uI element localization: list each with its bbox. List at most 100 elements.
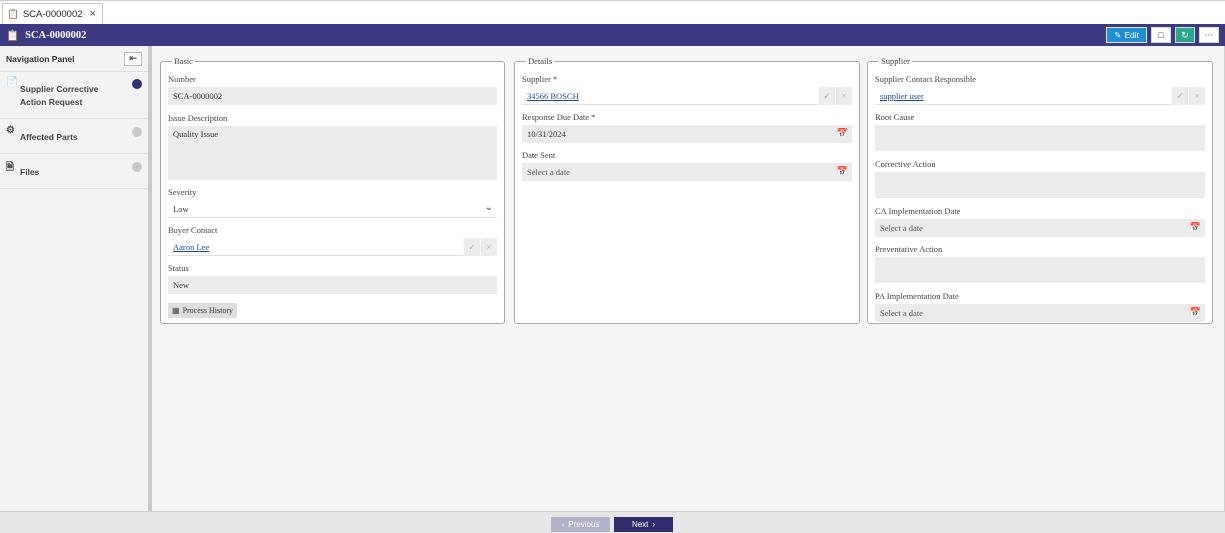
close-icon[interactable]: × [90, 8, 96, 20]
record-header: 📋 SCA-0000002 ✎ Edit □ ↻ ··· [0, 24, 1225, 46]
response-due-date-value: 10/31/2024 [527, 129, 566, 139]
issue-description-field[interactable]: Quality Issue [168, 126, 497, 180]
supplier-label: Supplier * [522, 74, 558, 84]
document-icon: 📋 [6, 30, 20, 42]
date-sent-field[interactable]: Select a date 📅 [522, 163, 852, 181]
chevron-left-icon: ‹ [561, 520, 565, 529]
next-button[interactable]: Next › [614, 517, 673, 532]
inactive-indicator [132, 127, 142, 137]
navigation-panel-header: Navigation Panel ⇤ [0, 46, 148, 72]
status-label: Status [168, 263, 189, 273]
status-field: New [168, 276, 497, 294]
check-icon[interactable]: ✓ [1171, 87, 1188, 105]
chevron-down-icon[interactable]: ⌄ [485, 202, 493, 213]
pencil-icon: ✎ [1114, 29, 1122, 40]
more-button[interactable]: ··· [1199, 27, 1219, 43]
process-history-label: Process History [182, 306, 234, 315]
ca-implementation-date-label: CA Implementation Date [875, 206, 961, 216]
inactive-indicator [132, 162, 142, 172]
check-icon[interactable]: ✓ [818, 87, 835, 105]
supplier-contact-link[interactable]: supplier user [880, 91, 924, 101]
nav-item-label: Files [20, 167, 40, 177]
pa-date-placeholder: Select a date [880, 308, 923, 318]
ca-date-placeholder: Select a date [880, 223, 923, 233]
chevron-right-icon: › [652, 520, 656, 529]
document-tab[interactable]: 📋 SCA-0000002 × [2, 3, 103, 24]
calendar-icon[interactable]: 📅 [837, 128, 848, 139]
response-due-date-field[interactable]: 10/31/2024 📅 [522, 125, 852, 143]
clear-icon[interactable]: × [835, 87, 852, 105]
date-sent-label: Date Sent [522, 150, 556, 160]
pa-implementation-date-label: PA Implementation Date [875, 291, 959, 301]
process-history-button[interactable]: ▦ Process History [168, 303, 238, 318]
number-label: Number [168, 74, 196, 84]
comment-button[interactable]: □ [1151, 27, 1171, 43]
supplier-panel: Supplier Supplier Contact Responsible su… [867, 56, 1213, 324]
check-icon[interactable]: ✓ [463, 238, 480, 256]
edit-button[interactable]: ✎ Edit [1106, 27, 1147, 43]
refresh-icon: ↻ [1181, 29, 1189, 40]
severity-label: Severity [168, 187, 197, 197]
clear-icon[interactable]: × [1188, 87, 1205, 105]
navigation-panel: Navigation Panel ⇤ 📄 Supplier Corrective… [0, 46, 152, 511]
edit-button-label: Edit [1124, 30, 1139, 40]
buyer-contact-label: Buyer Contact [168, 225, 218, 235]
corrective-action-label: Corrective Action [875, 159, 936, 169]
lookup-actions: ✓ × [463, 238, 497, 256]
buyer-contact-field[interactable]: Aaron Lee ✓ × [168, 238, 497, 256]
issue-description-value: Quality Issue [173, 129, 219, 139]
date-sent-placeholder: Select a date [527, 167, 570, 177]
document-icon: 📋 [7, 8, 19, 20]
nav-item-sca-request[interactable]: 📄 Supplier Corrective Action Request [0, 72, 148, 119]
root-cause-field[interactable] [875, 125, 1205, 151]
status-value: New [173, 280, 190, 290]
nav-item-files[interactable]: 🗎 Files [0, 154, 148, 189]
calendar-icon[interactable]: 📅 [837, 166, 848, 177]
header-actions: ✎ Edit □ ↻ ··· [1106, 27, 1219, 43]
supplier-field[interactable]: 34566 BOSCH ✓ × [522, 87, 852, 105]
collapse-panel-button[interactable]: ⇤ [124, 51, 142, 66]
lookup-actions: ✓ × [818, 87, 852, 105]
refresh-button[interactable]: ↻ [1175, 27, 1195, 43]
supplier-contact-label: Supplier Contact Responsible [875, 74, 977, 84]
supplier-contact-field[interactable]: supplier user ✓ × [875, 87, 1205, 105]
record-title: 📋 SCA-0000002 [6, 29, 86, 42]
number-value: SCA-0000002 [173, 91, 223, 101]
supplier-link[interactable]: 34566 BOSCH [527, 91, 579, 101]
file-icon: 🗎 [6, 162, 15, 173]
nav-item-label: Supplier Corrective Action Request [20, 84, 99, 107]
pa-implementation-date-field[interactable]: Select a date 📅 [875, 304, 1205, 322]
severity-select[interactable]: Low ⌄ [168, 200, 497, 218]
nav-item-affected-parts[interactable]: ⚙ Affected Parts [0, 119, 148, 154]
response-due-date-label: Response Due Date * [522, 112, 596, 122]
active-indicator [132, 79, 142, 89]
issue-description-label: Issue Description [168, 113, 228, 123]
comment-icon: □ [1158, 30, 1164, 40]
corrective-action-field[interactable] [875, 172, 1205, 198]
footer-bar: ‹ Previous Next › [0, 511, 1225, 533]
calendar-icon[interactable]: 📅 [1190, 222, 1201, 233]
document-tab-strip: 📋 SCA-0000002 × [0, 0, 1225, 24]
collapse-icon: ⇤ [129, 53, 137, 63]
nav-item-label: Affected Parts [20, 132, 78, 142]
ca-implementation-date-field[interactable]: Select a date 📅 [875, 219, 1205, 237]
process-history-icon: ▦ [172, 306, 180, 315]
navigation-panel-title: Navigation Panel [6, 53, 75, 64]
preventative-action-field[interactable] [875, 257, 1205, 283]
document-tab-label: SCA-0000002 [22, 8, 83, 20]
details-legend: Details [528, 56, 553, 66]
gear-icon: ⚙ [6, 125, 15, 136]
severity-value: Low [173, 203, 189, 214]
basic-panel: Basic Number SCA-0000002 Issue Descripti… [160, 56, 505, 324]
basic-legend: Basic [174, 56, 193, 66]
buyer-contact-link[interactable]: Aaron Lee [173, 242, 209, 252]
preventative-action-label: Preventative Action [875, 244, 943, 254]
supplier-legend: Supplier [881, 56, 910, 66]
lookup-actions: ✓ × [1171, 87, 1205, 105]
calendar-icon[interactable]: 📅 [1190, 307, 1201, 318]
clear-icon[interactable]: × [480, 238, 497, 256]
more-icon: ··· [1204, 30, 1214, 40]
number-field: SCA-0000002 [168, 87, 497, 105]
root-cause-label: Root Cause [875, 112, 915, 122]
previous-button[interactable]: ‹ Previous [551, 517, 610, 532]
